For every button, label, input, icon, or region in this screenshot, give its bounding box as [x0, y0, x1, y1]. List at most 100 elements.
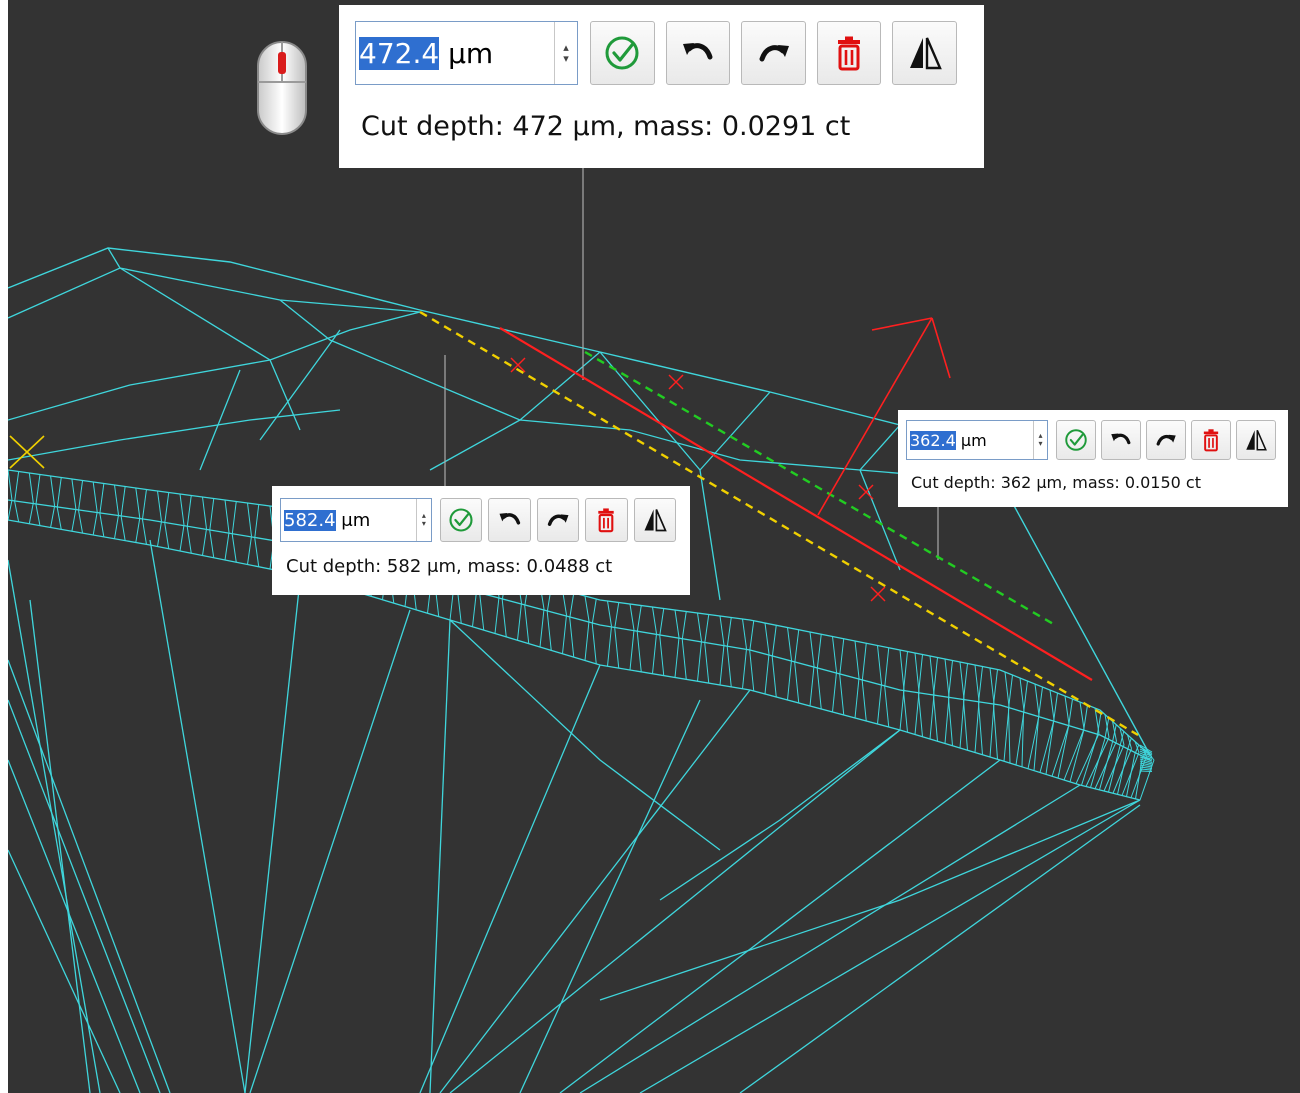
- wire-edge: [28, 472, 34, 504]
- wire-edge: [933, 657, 938, 696]
- wire-edge: [8, 311, 421, 421]
- wire-edge: [135, 517, 141, 543]
- delete-button[interactable]: [1191, 420, 1231, 460]
- spin-down-icon[interactable]: ▾: [1038, 440, 1042, 448]
- delete-button[interactable]: [816, 21, 882, 85]
- depth-value[interactable]: 582.4: [284, 509, 336, 531]
- wire-edge: [1008, 674, 1013, 709]
- wire-edge: [974, 701, 980, 753]
- spinbox-field[interactable]: 582.4 μm: [281, 499, 416, 541]
- wire-edge: [903, 651, 908, 692]
- cut-depth-spinbox[interactable]: 472.4 μm ▴ ▾: [355, 21, 579, 85]
- wire-edge: [259, 329, 341, 441]
- depth-value[interactable]: 472.4: [359, 36, 440, 70]
- undo-button[interactable]: [1101, 420, 1141, 460]
- redo-button[interactable]: [536, 498, 580, 542]
- cut-depth-spinbox[interactable]: 362.4 μm ▴ ▾: [906, 420, 1048, 460]
- mirror-button[interactable]: [633, 498, 676, 542]
- spin-arrows[interactable]: ▴ ▾: [554, 22, 577, 84]
- wire-edge: [697, 641, 702, 682]
- wire-edge: [579, 784, 1081, 1093]
- wire-edge: [120, 516, 126, 541]
- wire-edge: [1094, 741, 1117, 789]
- undo-button[interactable]: [488, 498, 531, 542]
- wire-edge: [546, 611, 552, 651]
- spin-arrows[interactable]: ▴ ▾: [1033, 421, 1047, 459]
- wire-edge: [993, 669, 998, 705]
- wire-edge: [186, 526, 192, 554]
- wire-edge: [247, 536, 252, 565]
- wire-edge: [742, 648, 747, 689]
- mirror-button[interactable]: [1236, 420, 1276, 460]
- wire-edge: [1045, 722, 1054, 775]
- wire-edge: [8, 759, 141, 1093]
- wire-edge: [948, 660, 953, 698]
- wire-edge: [963, 700, 968, 751]
- wire-edge: [629, 603, 635, 631]
- wire-edge: [933, 695, 938, 742]
- wire-edge: [8, 499, 13, 521]
- spin-down-icon[interactable]: ▾: [563, 53, 569, 64]
- delete-button[interactable]: [585, 498, 628, 542]
- wire-edge: [607, 600, 612, 627]
- wire-edge: [1081, 735, 1098, 786]
- cut-normal-arrowhead: [871, 317, 933, 331]
- depth-value[interactable]: 362.4: [910, 430, 956, 450]
- undo-button[interactable]: [665, 21, 731, 85]
- popup-toolbar: 582.4 μm ▴ ▾: [280, 498, 682, 542]
- spinbox-field[interactable]: 362.4 μm: [907, 421, 1033, 459]
- wire-edge: [1038, 686, 1043, 718]
- wire-edge: [591, 623, 597, 664]
- redo-button[interactable]: [741, 21, 806, 85]
- wire-edge: [839, 638, 845, 676]
- spin-down-icon[interactable]: ▾: [422, 520, 426, 528]
- wire-edge: [224, 499, 230, 533]
- wire-edge: [99, 483, 105, 514]
- wire-edge: [1023, 680, 1028, 714]
- wire-edge: [157, 490, 162, 522]
- wire-edge: [78, 480, 84, 511]
- wire-edge: [764, 622, 770, 655]
- wire-edge: [50, 505, 56, 528]
- wire-edge: [517, 602, 522, 641]
- wire-edge: [224, 532, 230, 561]
- apply-button[interactable]: [590, 21, 655, 85]
- wire-edge: [929, 694, 935, 740]
- cut-depth-popup-left: 582.4 μm ▴ ▾ Cut depth: 582 μm, mass: 0.…: [272, 486, 690, 595]
- wire-edge: [629, 629, 635, 671]
- wire-edge: [787, 659, 792, 701]
- wire-edge: [832, 671, 837, 713]
- wire-edge: [584, 595, 590, 622]
- wire-edge: [119, 267, 301, 431]
- wire-edge: [71, 508, 77, 532]
- check-circle-icon: [605, 36, 639, 70]
- wire-edge: [914, 692, 920, 735]
- wire-edge: [519, 699, 701, 1093]
- mirror-button[interactable]: [892, 21, 957, 85]
- apply-button[interactable]: [439, 498, 483, 542]
- wire-edge: [918, 693, 923, 737]
- wire-edge: [1019, 677, 1025, 712]
- wire-edge: [8, 469, 13, 501]
- wire-edge: [135, 487, 141, 519]
- cut-depth-spinbox[interactable]: 582.4 μm ▴ ▾: [280, 498, 432, 542]
- wire-edge: [899, 689, 905, 731]
- wire-edge: [28, 502, 34, 524]
- spin-arrows[interactable]: ▴ ▾: [415, 499, 431, 541]
- wire-edge: [859, 424, 901, 571]
- wire-edge: [861, 680, 867, 722]
- spinbox-field[interactable]: 472.4 μm: [356, 22, 554, 84]
- wire-edge: [1068, 698, 1073, 727]
- apply-button[interactable]: [1056, 420, 1096, 460]
- wire-edge: [244, 579, 301, 1093]
- wire-edge: [1085, 737, 1110, 787]
- wire-edge: [944, 696, 950, 744]
- wire-edge: [120, 486, 126, 517]
- wire-edge: [989, 667, 995, 704]
- wire-edge: [78, 510, 84, 534]
- undo-icon: [682, 43, 713, 60]
- redo-button[interactable]: [1146, 420, 1186, 460]
- wire-edge: [149, 539, 246, 1093]
- wire-edge: [56, 507, 62, 530]
- wire-edge: [14, 501, 20, 522]
